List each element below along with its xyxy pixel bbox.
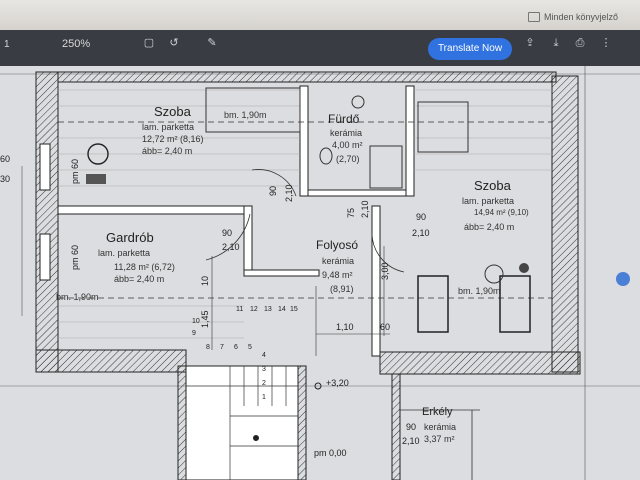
bookmark-folder[interactable]: Minden könyvjelző [528, 12, 618, 22]
dim-90-a: 90 [222, 228, 233, 238]
dim-pm60-top: pm 60 [70, 158, 80, 184]
room-erkely-area: 3,37 m² [424, 434, 455, 444]
dim-210-b: 2,10 [284, 184, 294, 202]
room-szoba1-floor: lam. parketta [142, 122, 195, 132]
dim-210-c: 2,10 [412, 228, 430, 238]
dim-210-d: 2,10 [360, 200, 370, 218]
room-folyoso-floor: kerámia [322, 256, 355, 266]
room-furdo-area: 4,00 m² [332, 140, 363, 150]
dim-210-a: 2,10 [222, 242, 240, 252]
room-gardrob-name: Gardrób [106, 230, 154, 245]
dim-left-60: 60 [0, 154, 11, 164]
room-erkely-floor: kerámia [424, 422, 457, 432]
dim-90-e: 90 [406, 422, 417, 432]
stair-step-number: 10 [192, 318, 200, 325]
stair-step-number: 14 [278, 306, 286, 313]
room-szoba2-bm: bm. 1,90m [458, 286, 501, 296]
fit-page-icon[interactable]: ▢ [143, 37, 155, 49]
stair-step-number: 9 [192, 330, 196, 337]
dim-60: 60 [380, 322, 391, 332]
pdf-toolbar: 1 250% ▢ ↺ ✎ ⇪ ⤓ ⎙ ⋮ [0, 30, 640, 66]
room-gardrob-bm: bm. 1,90m [56, 292, 99, 302]
stair-step-number: 7 [220, 344, 224, 351]
room-szoba1-bm: bm. 1,90m [224, 110, 267, 120]
floor-plan-drawing [0, 66, 640, 480]
room-gardrob-height: ább= 2,40 m [114, 274, 165, 284]
room-szoba2-floor: lam. parketta [462, 196, 515, 206]
print-icon[interactable]: ⎙ [574, 37, 586, 49]
level-320: +3,20 [326, 378, 349, 388]
dim-145: 1,45 [200, 310, 210, 328]
stair-step-number: 4 [262, 352, 266, 359]
more-icon[interactable]: ⋮ [600, 37, 612, 49]
scroll-indicator[interactable] [616, 272, 630, 286]
room-furdo-name: Fürdő [328, 112, 360, 126]
dim-left-30: 30 [0, 174, 11, 184]
folder-icon [528, 12, 540, 22]
room-furdo-net: (2,70) [336, 154, 360, 164]
stair-step-number: 6 [234, 344, 238, 351]
dim-10: 10 [200, 275, 210, 286]
room-folyoso-net: (8,91) [330, 284, 354, 294]
page-number[interactable]: 1 [4, 39, 10, 50]
room-szoba1-height: ább= 2,40 m [142, 146, 193, 156]
dim-pm60-bottom: pm 60 [70, 244, 80, 270]
stair-step-number: 2 [262, 380, 266, 387]
room-szoba2-height: ább= 2,40 m [464, 222, 515, 232]
level-pm000: pm 0,00 [314, 448, 347, 458]
bookmark-label: Minden könyvjelző [544, 12, 619, 22]
room-furdo-floor: kerámia [330, 128, 363, 138]
room-gardrob-area: 11,28 m² (6,72) [114, 262, 175, 272]
room-erkely-name: Erkély [422, 406, 453, 418]
stair-step-number: 15 [290, 306, 298, 313]
stair-step-number: 1 [262, 394, 266, 401]
room-szoba2-name: Szoba [474, 178, 511, 193]
stair-step-number: 5 [248, 344, 252, 351]
rotate-icon[interactable]: ↺ [168, 37, 180, 49]
stair-step-number: 11 [236, 306, 244, 313]
download-icon[interactable]: ⤓ [550, 37, 562, 49]
stair-step-number: 13 [264, 306, 272, 313]
share-icon[interactable]: ⇪ [524, 37, 536, 49]
room-gardrob-floor: lam. parketta [98, 248, 151, 258]
dim-90-c: 90 [416, 212, 427, 222]
dim-300: 3,00 [380, 262, 390, 280]
translate-now-button[interactable]: Translate Now [428, 38, 512, 60]
dim-210-e: 2,10 [402, 436, 420, 446]
draw-icon[interactable]: ✎ [206, 37, 218, 49]
dim-75: 75 [346, 207, 356, 218]
stair-step-number: 3 [262, 366, 266, 373]
room-szoba1-area: 12,72 m² (8,16) [142, 134, 204, 144]
room-folyoso-name: Folyosó [316, 238, 359, 252]
dim-110: 1,10 [336, 322, 354, 332]
stair-step-number: 8 [206, 344, 210, 351]
zoom-level[interactable]: 250% [62, 38, 90, 50]
dim-90-b: 90 [268, 185, 278, 196]
room-folyoso-area: 9,48 m² [322, 270, 353, 280]
stair-step-number: 12 [250, 306, 258, 313]
floor-plan-page: Szoba lam. parketta 12,72 m² (8,16) ább=… [0, 66, 640, 480]
room-szoba2-area: 14,94 m² (9,10) [474, 208, 529, 217]
room-szoba1-name: Szoba [154, 104, 191, 119]
browser-bookmark-bar: Minden könyvjelző [0, 0, 640, 30]
